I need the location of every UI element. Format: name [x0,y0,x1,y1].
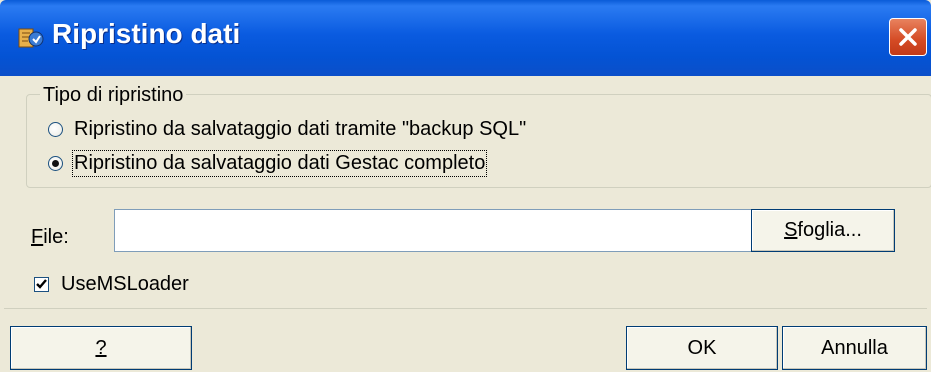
use-ms-loader-label: UseMSLoader [61,273,189,295]
use-ms-loader-option[interactable]: UseMSLoader [34,273,189,296]
dialog-body: Tipo di ripristino Ripristino da salvata… [4,76,931,372]
file-label: File: [31,226,69,248]
restore-app-icon [18,26,44,50]
browse-button[interactable]: Sfoglia... [751,209,895,252]
cancel-button[interactable]: Annulla [782,326,927,370]
radio-label-gestac-completo: Ripristino da salvataggio dati Gestac co… [71,150,488,177]
help-button[interactable]: ? [10,326,192,370]
close-button[interactable] [889,18,927,56]
window-title: Ripristino dati [52,18,241,49]
ok-button[interactable]: OK [626,326,778,370]
title-bar[interactable]: Ripristino dati [0,0,931,76]
radio-label-backup-sql: Ripristino da salvataggio dati tramite "… [74,118,527,140]
radio-option-backup-sql[interactable]: Ripristino da salvataggio dati tramite "… [48,118,526,141]
close-icon [899,28,917,46]
radio-option-gestac-completo[interactable]: Ripristino da salvataggio dati Gestac co… [48,150,488,177]
divider [4,308,927,309]
checkmark-icon [36,279,47,289]
radio-button-gestac-completo[interactable] [48,156,63,171]
file-path-input[interactable] [114,209,754,252]
use-ms-loader-checkbox[interactable] [34,277,49,292]
groupbox-legend: Tipo di ripristino [40,84,187,107]
radio-button-backup-sql[interactable] [48,122,63,137]
